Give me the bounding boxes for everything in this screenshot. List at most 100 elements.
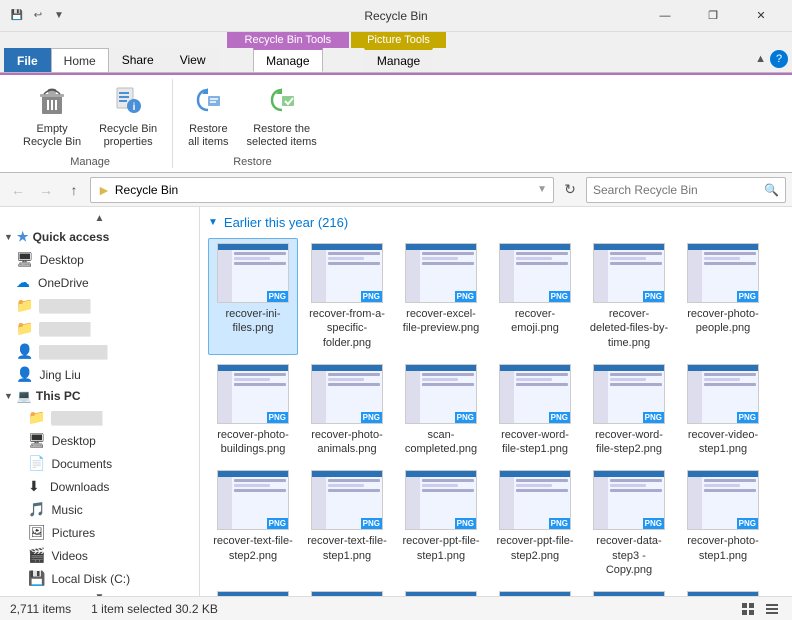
sidebar-item-local-disk[interactable]: 💾 Local Disk (C:): [0, 567, 199, 590]
save-quick-btn[interactable]: 💾: [8, 7, 26, 25]
sidebar-item-blurred2[interactable]: 📁 ██████: [0, 317, 199, 340]
window-title: Recycle Bin: [364, 9, 427, 23]
up-button[interactable]: ↑: [62, 178, 86, 202]
sidebar-item-downloads[interactable]: ⬇ Downloads: [0, 475, 199, 498]
address-bar[interactable]: ► Recycle Bin ▼: [90, 177, 554, 203]
file-name-recover-data-step3-copy: recover-data-step3 - Copy.png: [589, 534, 669, 577]
file-item-recover-external-device-step3[interactable]: PNG recover-external-device-step3.png: [584, 586, 674, 596]
sidebar-section-quick-access[interactable]: ▼ ★ Quick access: [0, 226, 199, 248]
sidebar-item-blurred4[interactable]: 📁 ██████: [0, 406, 199, 429]
forward-button[interactable]: →: [34, 178, 58, 202]
file-thumbnail-recover-ppt-file-step1: PNG: [405, 470, 477, 530]
file-item-recover-pdf-file-step2[interactable]: PNG recover-pdf-file-step2.png: [208, 586, 298, 596]
file-thumbnail-recover-emoji: PNG: [499, 243, 571, 303]
file-item-recover-ppt-file-step1[interactable]: PNG recover-ppt-file-step1.png: [396, 465, 486, 582]
quick-access-dropdown[interactable]: ▼: [50, 7, 68, 25]
tab-manage-recycle[interactable]: Manage: [253, 48, 322, 72]
tab-file[interactable]: File: [4, 48, 51, 72]
sidebar-item-pictures-label: Pictures: [52, 526, 95, 540]
file-item-recover-photo-buildings[interactable]: PNG recover-photo-buildings.png: [208, 359, 298, 462]
search-input[interactable]: [593, 183, 764, 197]
this-pc-icon: 💻: [17, 389, 32, 403]
sidebar-item-videos-label: Videos: [51, 549, 87, 563]
file-item-recover-excel-file-preview[interactable]: PNG recover-excel-file-preview.png: [396, 238, 486, 355]
file-thumbnail-scan-completed: PNG: [405, 364, 477, 424]
file-thumbnail-recover-photo-buildings: PNG: [217, 364, 289, 424]
file-thumbnail-recover-word-file-step2: PNG: [593, 364, 665, 424]
address-dropdown-icon[interactable]: ▼: [537, 184, 547, 195]
file-thumbnail-recover-office-file-step2: PNG: [405, 591, 477, 596]
sidebar-item-desktop[interactable]: 🖥 Desktop: [0, 248, 199, 271]
file-thumbnail-recover-word-file-step1: PNG: [499, 364, 571, 424]
file-item-recover-office-file-step2[interactable]: PNG recover-office-file-step2.png: [396, 586, 486, 596]
file-item-recover-data-step3-copy[interactable]: PNG recover-data-step3 - Copy.png: [584, 465, 674, 582]
sidebar-item-videos[interactable]: 🎬 Videos: [0, 544, 199, 567]
file-item-recover-office-file-step1[interactable]: PNG recover-office-file-step1.png: [490, 586, 580, 596]
large-icons-view-btn[interactable]: [738, 599, 758, 619]
file-item-recover-photo-people[interactable]: PNG recover-photo-people.png: [678, 238, 768, 355]
empty-recycle-bin-button[interactable]: EmptyRecycle Bin: [16, 79, 88, 154]
file-item-recover-photo-step1[interactable]: PNG recover-photo-step1.png: [678, 465, 768, 582]
manage-section-label: Manage: [70, 156, 110, 168]
empty-recycle-bin-label: EmptyRecycle Bin: [23, 123, 81, 149]
file-item-recover-deleted-files-by-time[interactable]: PNG recover-deleted-files-by-time.png: [584, 238, 674, 355]
file-item-recover-ppt-file-step2[interactable]: PNG recover-ppt-file-step2.png: [490, 465, 580, 582]
sidebar-scroll-up[interactable]: ▲: [0, 211, 199, 226]
sidebar-item-blurred1[interactable]: 📁 ██████: [0, 294, 199, 317]
collapse-icon[interactable]: ▼: [208, 217, 218, 228]
restore-selected-items-button[interactable]: Restore theselected items: [240, 79, 324, 154]
sidebar-item-desktop2-label: Desktop: [52, 434, 96, 448]
sidebar-item-onedrive[interactable]: ☁ OneDrive: [0, 271, 199, 294]
close-button[interactable]: ✕: [738, 2, 784, 30]
file-thumbnail-recover-from-specific-folder: PNG: [311, 243, 383, 303]
tab-manage-picture[interactable]: Manage: [364, 48, 433, 72]
sidebar-item-blurred3[interactable]: 👤 ████████: [0, 340, 199, 363]
sidebar-item-desktop2[interactable]: 🖥 Desktop: [0, 429, 199, 452]
file-item-recover-external-device-step2[interactable]: PNG recover-external-device-step2.png: [678, 586, 768, 596]
file-name-recover-text-file-step1: recover-text-file-step1.png: [307, 534, 387, 563]
context-label-recycle-bin-tools: Recycle Bin Tools: [227, 32, 350, 48]
file-item-recover-ini-files[interactable]: PNG recover-ini-files.png: [208, 238, 298, 355]
file-item-recover-emoji[interactable]: PNG recover-emoji.png: [490, 238, 580, 355]
sidebar-scroll-down[interactable]: ▼: [0, 590, 199, 596]
file-item-recover-word-file-step2[interactable]: PNG recover-word-file-step2.png: [584, 359, 674, 462]
refresh-button[interactable]: ↻: [558, 178, 582, 202]
undo-quick-btn[interactable]: ↩: [29, 7, 47, 25]
restore-all-items-button[interactable]: Restoreall items: [181, 79, 235, 154]
recycle-bin-properties-label: Recycle Binproperties: [99, 123, 157, 149]
sidebar-item-jing-liu[interactable]: 👤 Jing Liu: [0, 363, 199, 386]
recycle-bin-properties-button[interactable]: i Recycle Binproperties: [92, 79, 164, 154]
sidebar-item-documents[interactable]: 📄 Documents: [0, 452, 199, 475]
minimize-button[interactable]: —: [642, 2, 688, 30]
title-bar: 💾 ↩ ▼ Recycle Bin — ❐ ✕: [0, 0, 792, 32]
back-button[interactable]: ←: [6, 178, 30, 202]
maximize-button[interactable]: ❐: [690, 2, 736, 30]
sidebar-item-music[interactable]: 🎵 Music: [0, 498, 199, 521]
details-view-btn[interactable]: [762, 599, 782, 619]
sidebar-item-pictures[interactable]: 🖼 Pictures: [0, 521, 199, 544]
sidebar-item-blurred1-label: ██████: [39, 299, 90, 313]
help-button[interactable]: ?: [770, 50, 788, 68]
desktop-icon: 🖥: [16, 251, 34, 268]
file-item-recover-text-file-step1[interactable]: PNG recover-text-file-step1.png: [302, 465, 392, 582]
tab-share[interactable]: Share: [109, 48, 167, 72]
file-thumbnail-recover-external-device-step2: PNG: [687, 591, 759, 596]
restore-section-label: Restore: [233, 156, 272, 168]
tab-view[interactable]: View: [167, 48, 219, 72]
file-item-recover-from-specific-folder[interactable]: PNG recover-from-a-specific-folder.png: [302, 238, 392, 355]
downloads-icon: ⬇: [28, 478, 44, 495]
file-item-recover-photo-animals[interactable]: PNG recover-photo-animals.png: [302, 359, 392, 462]
file-item-recover-word-file-step1[interactable]: PNG recover-word-file-step1.png: [490, 359, 580, 462]
file-item-scan-completed[interactable]: PNG scan-completed.png: [396, 359, 486, 462]
file-name-recover-photo-animals: recover-photo-animals.png: [307, 428, 387, 457]
file-thumbnail-recover-photo-animals: PNG: [311, 364, 383, 424]
search-box[interactable]: 🔍: [586, 177, 786, 203]
documents-icon: 📄: [28, 455, 45, 472]
file-item-recover-pdf-file-step1[interactable]: PNG recover-pdf-file-step1.png: [302, 586, 392, 596]
file-thumbnail-recover-data-step3-copy: PNG: [593, 470, 665, 530]
tab-home[interactable]: Home: [51, 48, 109, 72]
file-item-recover-text-file-step2[interactable]: PNG recover-text-file-step2.png: [208, 465, 298, 582]
ribbon-collapse-btn[interactable]: ▲: [755, 53, 766, 65]
file-item-recover-video-step1[interactable]: PNG recover-video-step1.png: [678, 359, 768, 462]
sidebar-section-this-pc[interactable]: ▼ 💻 This PC: [0, 386, 199, 406]
